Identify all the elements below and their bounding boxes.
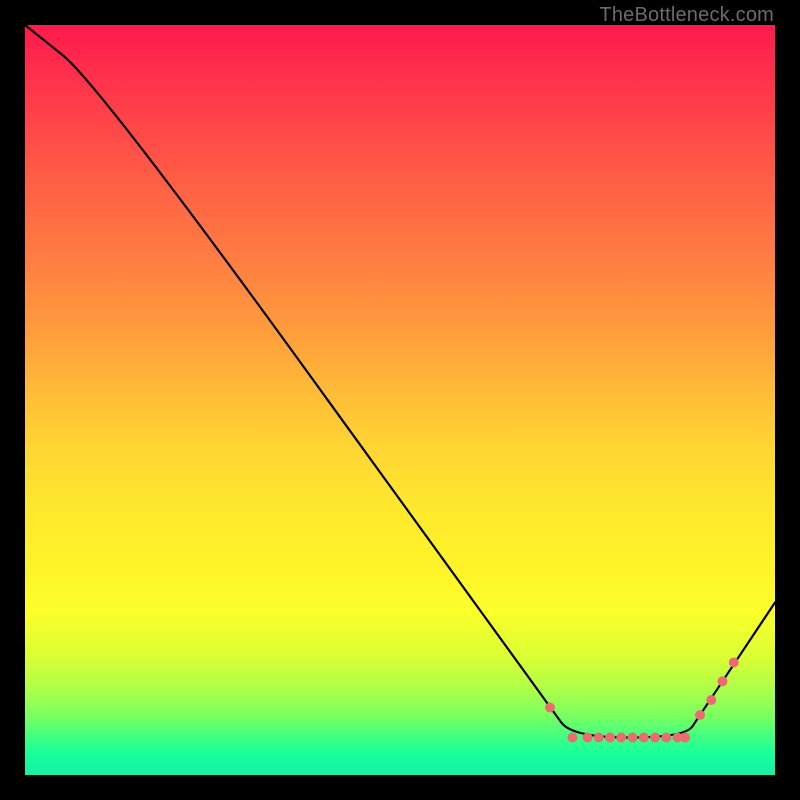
marker-dots-layer <box>545 658 739 743</box>
bottleneck-curve <box>25 25 775 738</box>
marker-dot <box>706 695 716 705</box>
marker-dot <box>718 676 728 686</box>
marker-dot <box>695 710 705 720</box>
marker-dot <box>729 658 739 668</box>
marker-dot <box>661 733 671 743</box>
curve-layer <box>25 25 775 738</box>
chart-frame: TheBottleneck.com <box>0 0 800 800</box>
marker-dot <box>628 733 638 743</box>
marker-dot <box>680 733 690 743</box>
attribution-label: TheBottleneck.com <box>599 4 774 27</box>
marker-dot <box>639 733 649 743</box>
chart-svg <box>25 25 775 775</box>
marker-dot <box>545 703 555 713</box>
marker-dot <box>605 733 615 743</box>
marker-dot <box>568 733 578 743</box>
marker-dot <box>594 733 604 743</box>
plot-area <box>25 25 775 775</box>
marker-dot <box>650 733 660 743</box>
marker-dot <box>616 733 626 743</box>
marker-dot <box>583 733 593 743</box>
